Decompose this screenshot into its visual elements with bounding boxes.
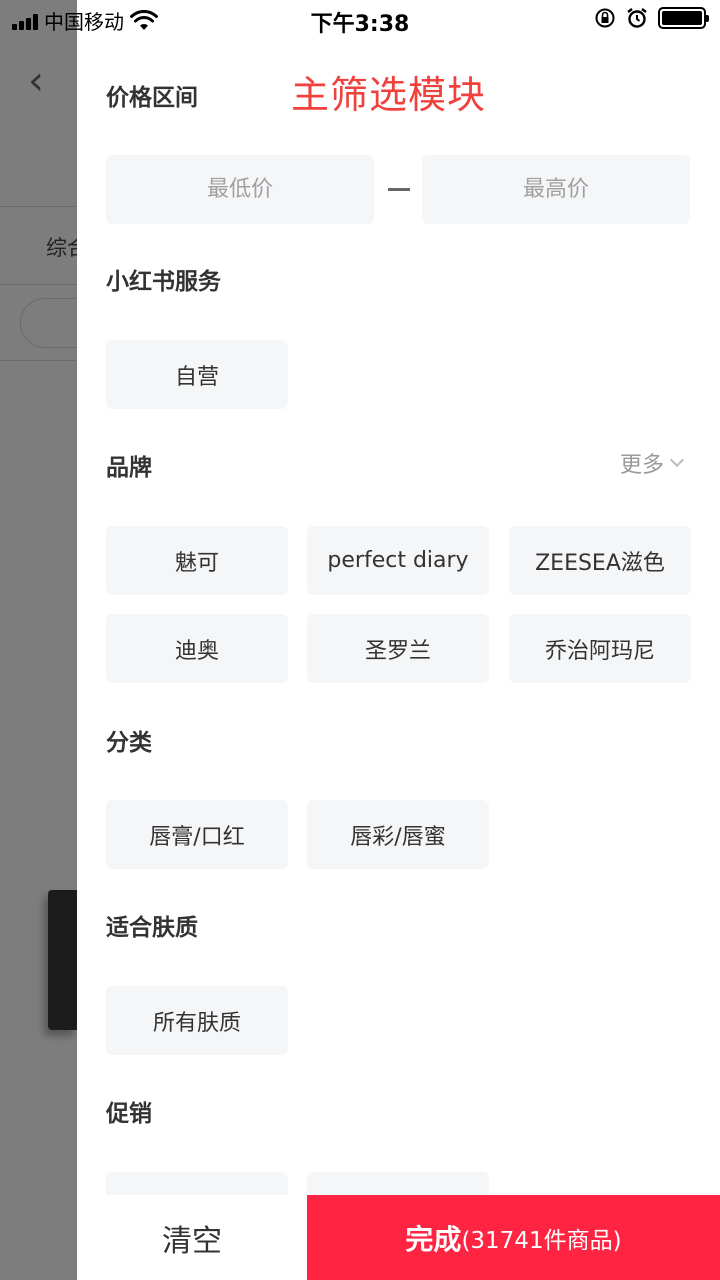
battery-icon [658,7,709,29]
service-title: 小红书服务 [106,269,221,295]
clear-button[interactable]: 清空 [77,1195,307,1280]
brand-title: 品牌 [106,455,152,481]
more-label: 更多 [619,453,664,478]
divider [0,284,77,285]
brand-option[interactable]: ZEESEA滋色 [509,526,691,595]
product-image [48,890,78,1030]
brand-option[interactable]: 乔治阿玛尼 [509,614,691,683]
skin-type-option[interactable]: 所有肤质 [106,986,288,1055]
orientation-lock-icon [595,8,615,28]
promo-title: 促销 [106,1101,152,1127]
min-price-input[interactable] [106,155,374,224]
divider [0,360,77,361]
done-button[interactable]: 完成 (31741件商品) [307,1195,720,1280]
brand-option[interactable]: perfect diary [307,526,489,595]
price-range-title: 价格区间 [106,85,198,111]
category-option[interactable]: 唇彩/唇蜜 [307,800,489,869]
result-count: (31741件商品) [461,1227,622,1254]
max-price-input[interactable] [422,155,690,224]
price-dash [388,188,410,191]
alarm-icon [627,8,647,28]
category-option[interactable]: 唇膏/口红 [106,800,288,869]
filter-panel: 价格区间 主筛选模块 小红书服务 自营 品牌 更多 魅可 perfect dia… [77,0,720,1280]
bottom-action-bar: 清空 完成 (31741件商品) [77,1195,720,1280]
divider [0,206,77,207]
brand-option[interactable]: 圣罗兰 [307,614,489,683]
done-label: 完成 [405,1222,462,1256]
brand-option[interactable]: 魅可 [106,526,288,595]
brand-more-button[interactable]: 更多 [619,447,685,479]
skin-type-title: 适合肤质 [106,915,198,941]
back-icon[interactable]: ‹ [28,58,44,104]
annotation-label: 主筛选模块 [291,73,487,117]
service-option-self-operated[interactable]: 自营 [106,340,288,409]
brand-option[interactable]: 迪奥 [106,614,288,683]
category-title: 分类 [106,730,152,756]
status-bar: 中国移动 下午3:38 [0,0,720,40]
chevron-down-icon [669,452,685,468]
status-right [594,7,709,29]
